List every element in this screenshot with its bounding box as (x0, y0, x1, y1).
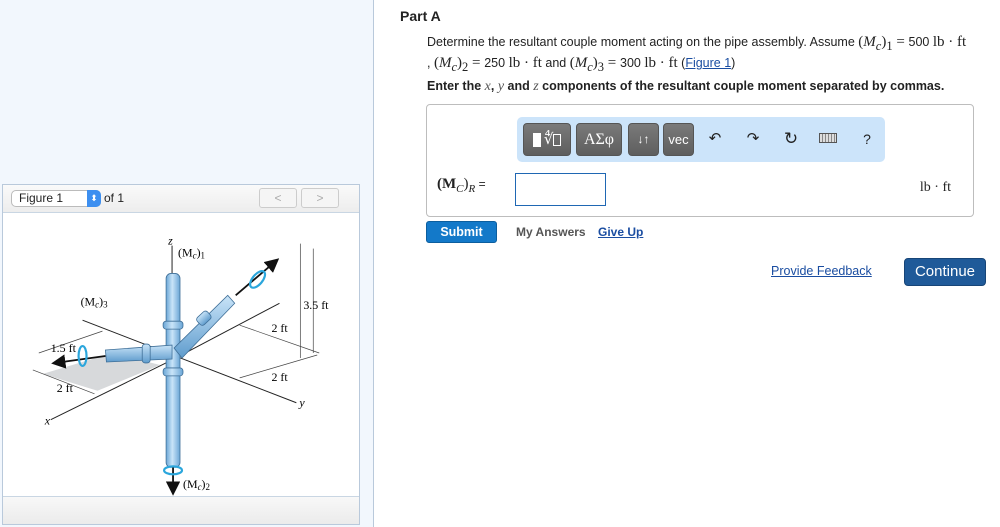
figure-select[interactable]: Figure 1 ⬍ (11, 190, 101, 207)
mc3-label: (Mc)3 (81, 294, 109, 309)
and-text: and (541, 56, 570, 70)
z-axis-label: z (167, 234, 173, 248)
answer-box: ∜ ΑΣφ ↓↑ vec ↶ ↷ ↻ ? (MC)R = lb · ft (426, 104, 974, 217)
figure-toolbar: Figure 1 ⬍ of 1 < > (3, 185, 359, 213)
figure-link[interactable]: Figure 1 (685, 56, 731, 70)
provide-feedback-link[interactable]: Provide Feedback (771, 264, 872, 278)
answer-input[interactable] (515, 173, 606, 206)
mc1-arrow (235, 258, 280, 297)
lhs-equals: = (475, 177, 486, 191)
undo-icon: ↶ (708, 130, 722, 147)
rotation-icon-1 (249, 270, 267, 289)
keyboard-icon (819, 133, 837, 143)
m3-value: 300 (620, 56, 641, 70)
continue-button[interactable]: Continue (904, 258, 986, 286)
instruction-text: Enter the (427, 79, 485, 93)
next-figure-button[interactable]: > (301, 188, 339, 208)
greek-button[interactable]: ΑΣφ (576, 123, 622, 156)
left-pipe (104, 344, 173, 363)
redo-button[interactable]: ↷ (743, 129, 763, 149)
reset-button[interactable]: ↻ (781, 129, 801, 149)
figure-count: of 1 (104, 191, 125, 205)
help-button[interactable]: ? (857, 129, 877, 149)
vec-button[interactable]: vec (663, 123, 694, 156)
figure-panel: Figure 1 ⬍ of 1 < > z x y (Mc)1 (Mc)3 (M… (2, 184, 360, 525)
lhs-sub-c: C (456, 183, 464, 195)
instruction: Enter the x, y and z components of the r… (427, 79, 945, 94)
chevron-right-icon: > (316, 191, 324, 205)
figure-select-value: Figure 1 (19, 191, 64, 205)
m1-unit: lb · ft (932, 34, 967, 50)
math-toolbar: ∜ ΑΣφ ↓↑ vec ↶ ↷ ↻ ? (517, 117, 885, 162)
dim-2ft-upper-label: 2 ft (271, 321, 288, 335)
submit-button[interactable]: Submit (426, 221, 497, 243)
arrows-button[interactable]: ↓↑ (628, 123, 659, 156)
answer-unit: lb · ft (919, 180, 951, 195)
prev-figure-button[interactable]: < (259, 188, 297, 208)
keyboard-button[interactable] (818, 129, 838, 149)
reset-icon: ↻ (783, 129, 799, 148)
lhs-main: (M (437, 176, 457, 192)
instruction-text-end: components of the resultant couple momen… (538, 79, 945, 93)
figure-sidebar: Figure 1 ⬍ of 1 < > z x y (Mc)1 (Mc)3 (M… (0, 0, 374, 527)
sqrt-template-icon: ∜ (532, 130, 562, 148)
select-spinner-icon: ⬍ (87, 190, 101, 207)
m2-value: 250 (484, 56, 506, 70)
dim-2ft-right-label: 2 ft (271, 370, 288, 384)
dim-3-5-label: 3.5 ft (303, 298, 329, 312)
redo-icon: ↷ (746, 130, 760, 147)
templates-button[interactable]: ∜ (523, 123, 571, 156)
my-answers-link[interactable]: My Answers (516, 225, 586, 239)
figure-footer (3, 496, 359, 524)
part-title: Part A (400, 8, 441, 24)
y-axis-label: y (298, 396, 305, 410)
give-up-link[interactable]: Give Up (598, 225, 643, 239)
m3-expression: (Mc)3 = (569, 55, 620, 74)
problem-statement: Determine the resultant couple moment ac… (427, 34, 967, 74)
m2-expression: (Mc)2 = (433, 55, 485, 74)
mc1-label: (Mc)1 (178, 246, 205, 261)
undo-button[interactable]: ↶ (705, 129, 725, 149)
answer-label: (MC)R = (437, 176, 486, 195)
dim-1-5-label: 1.5 ft (51, 341, 77, 355)
instruction-and: and (504, 79, 534, 93)
m3-unit: lb · ft (644, 55, 678, 71)
m1-value: 500 (908, 35, 930, 49)
problem-text: Determine the resultant couple moment ac… (427, 35, 859, 49)
pipe-assembly-diagram: z x y (Mc)1 (Mc)3 (Mc)2 3.5 ft 2 ft 2 ft… (32, 234, 329, 496)
m1-expression: (Mc)1 = (858, 34, 909, 53)
x-var: x (484, 79, 491, 94)
mc2-label: (Mc)2 (183, 477, 210, 492)
dim-2ft-left-label: 2 ft (57, 381, 74, 395)
chevron-left-icon: < (274, 191, 282, 205)
m2-unit: lb · ft (508, 55, 542, 71)
x-axis-label: x (44, 414, 51, 428)
